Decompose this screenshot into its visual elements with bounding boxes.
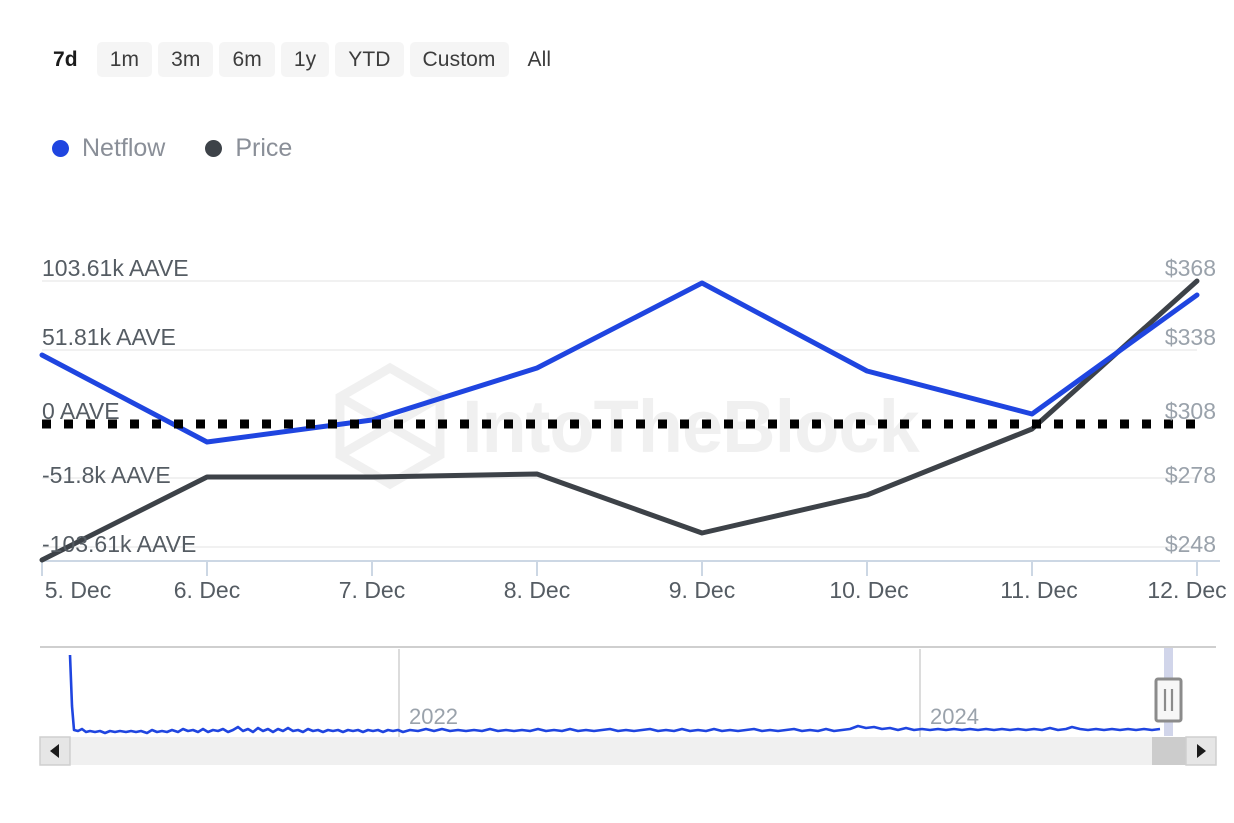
x-axis-labels: 5. Dec 6. Dec 7. Dec 8. Dec 9. Dec 10. D…: [45, 577, 1227, 603]
range-button-ytd[interactable]: YTD: [335, 42, 403, 77]
x-axis-tick-label: 7. Dec: [339, 577, 405, 603]
legend-item-price[interactable]: Price: [205, 136, 292, 161]
x-axis-tick-label: 8. Dec: [504, 577, 570, 603]
legend-item-netflow[interactable]: Netflow: [52, 136, 165, 161]
scrollbar-track[interactable]: [40, 737, 1216, 765]
x-axis-tick-label: 6. Dec: [174, 577, 240, 603]
range-button-7d[interactable]: 7d: [40, 42, 91, 77]
legend-dot-icon: [205, 140, 222, 157]
range-selector[interactable]: 7d 1m 3m 6m 1y YTD Custom All: [40, 42, 564, 77]
navigator-scrollbar[interactable]: [40, 737, 1216, 765]
range-button-1y[interactable]: 1y: [281, 42, 329, 77]
legend-item-label: Netflow: [82, 136, 165, 161]
x-axis-tick-label: 10. Dec: [829, 577, 908, 603]
range-button-6m[interactable]: 6m: [219, 42, 274, 77]
navigator-hit[interactable]: [40, 645, 1216, 737]
plot-area-hit[interactable]: [40, 255, 1216, 565]
scroll-left-button[interactable]: [40, 737, 70, 765]
x-axis-tick-label: 5. Dec: [45, 577, 111, 603]
x-axis-tick-label: 9. Dec: [669, 577, 735, 603]
chart-legend: Netflow Price: [52, 136, 292, 161]
legend-dot-icon: [52, 140, 69, 157]
range-button-custom[interactable]: Custom: [410, 42, 509, 77]
range-button-1m[interactable]: 1m: [97, 42, 152, 77]
scrollbar-thumb-hit[interactable]: [1152, 737, 1193, 765]
x-axis-tick-label: 11. Dec: [1000, 577, 1078, 603]
range-button-all[interactable]: All: [515, 42, 565, 77]
range-button-3m[interactable]: 3m: [158, 42, 213, 77]
x-axis-tick-label: 12. Dec: [1147, 577, 1226, 603]
legend-item-label: Price: [235, 136, 292, 161]
